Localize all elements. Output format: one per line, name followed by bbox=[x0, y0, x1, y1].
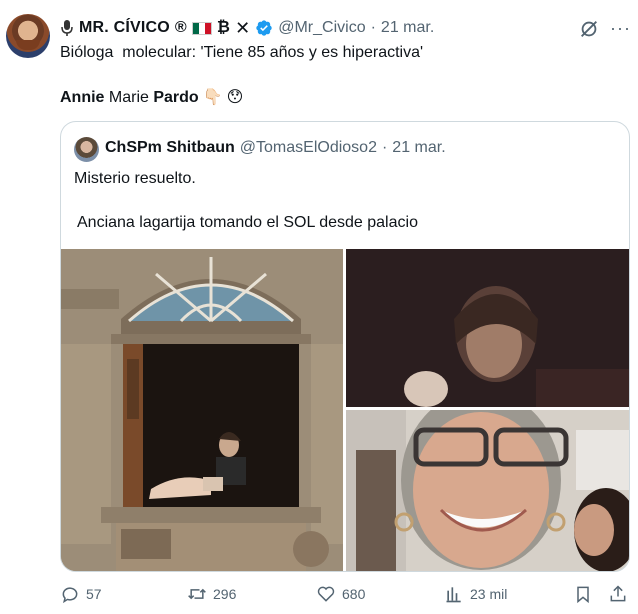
reply-button[interactable]: 57 bbox=[60, 584, 102, 604]
quote-avatar[interactable] bbox=[74, 137, 99, 162]
photo-palace-window[interactable] bbox=[61, 249, 343, 571]
quote-timestamp[interactable]: 21 mar. bbox=[392, 139, 445, 157]
tweet-text-line2: Annie Marie Pardo 👇🏻 😯 bbox=[60, 87, 243, 109]
bitcoin-symbol: ₿ bbox=[216, 19, 231, 36]
more-icon[interactable]: ··· bbox=[610, 18, 631, 39]
surprised-emoji: 😯 bbox=[226, 89, 244, 106]
like-icon bbox=[317, 586, 335, 602]
name-bold-1: Annie bbox=[60, 89, 105, 106]
tweet-text: Bióloga molecular: 'Tiene 85 años y es h… bbox=[60, 44, 424, 61]
like-count: 680 bbox=[342, 586, 366, 602]
bookmark-icon bbox=[577, 586, 589, 604]
avatar[interactable] bbox=[6, 14, 50, 58]
tweet[interactable]: MR. CÍVICO ® ₿ ✕ @Mr_Civico · 21 mar. ··… bbox=[0, 0, 638, 614]
bookmark-button[interactable] bbox=[573, 584, 593, 604]
quote-separator: · bbox=[381, 139, 388, 156]
photo-smiling-woman[interactable] bbox=[346, 410, 629, 571]
name-bold-2: Pardo bbox=[153, 89, 199, 106]
share-button[interactable] bbox=[608, 584, 628, 604]
photo-blurred-face[interactable] bbox=[346, 249, 629, 407]
separator: · bbox=[370, 19, 376, 36]
x-logo-icon: ✕ bbox=[235, 17, 251, 38]
pointing-down-emoji: 👇🏻 bbox=[202, 89, 223, 106]
like-button[interactable]: 680 bbox=[316, 584, 365, 604]
reply-count: 57 bbox=[86, 586, 102, 602]
display-name[interactable]: MR. CÍVICO bbox=[79, 19, 170, 37]
quote-text-2: Anciana lagartija tomando el SOL desde p… bbox=[77, 214, 418, 231]
quote-display-name[interactable]: ChSPm Shitbaun bbox=[105, 139, 235, 157]
views-icon bbox=[446, 587, 461, 603]
timestamp[interactable]: 21 mar. bbox=[381, 19, 434, 37]
reply-icon bbox=[62, 587, 78, 604]
share-icon bbox=[610, 585, 626, 602]
registered-mark: ® bbox=[174, 19, 187, 36]
media-grid[interactable] bbox=[61, 249, 629, 571]
action-bar: 57 296 680 23 mil bbox=[60, 580, 630, 610]
views-count: 23 mil bbox=[470, 586, 508, 602]
tweet-header: MR. CÍVICO ® ₿ ✕ @Mr_Civico · 21 mar. bbox=[60, 16, 434, 40]
views-button[interactable]: 23 mil bbox=[444, 584, 507, 604]
quote-text: Misterio resuelto. bbox=[74, 170, 196, 187]
retweet-icon bbox=[188, 588, 206, 600]
mexico-flag-icon bbox=[191, 21, 212, 35]
verified-icon bbox=[256, 20, 272, 36]
mic-icon bbox=[61, 20, 73, 36]
quote-handle[interactable]: @TomasElOdioso2 bbox=[240, 139, 377, 157]
retweet-count: 296 bbox=[213, 586, 237, 602]
retweet-button[interactable]: 296 bbox=[187, 584, 236, 604]
quoted-tweet[interactable]: ChSPm Shitbaun @TomasElOdioso2 · 21 mar.… bbox=[60, 121, 630, 572]
name-regular: Marie bbox=[104, 89, 154, 106]
handle[interactable]: @Mr_Civico bbox=[278, 19, 365, 37]
quote-header: ChSPm Shitbaun @TomasElOdioso2 · 21 mar. bbox=[105, 139, 446, 157]
grok-icon[interactable] bbox=[578, 18, 600, 40]
